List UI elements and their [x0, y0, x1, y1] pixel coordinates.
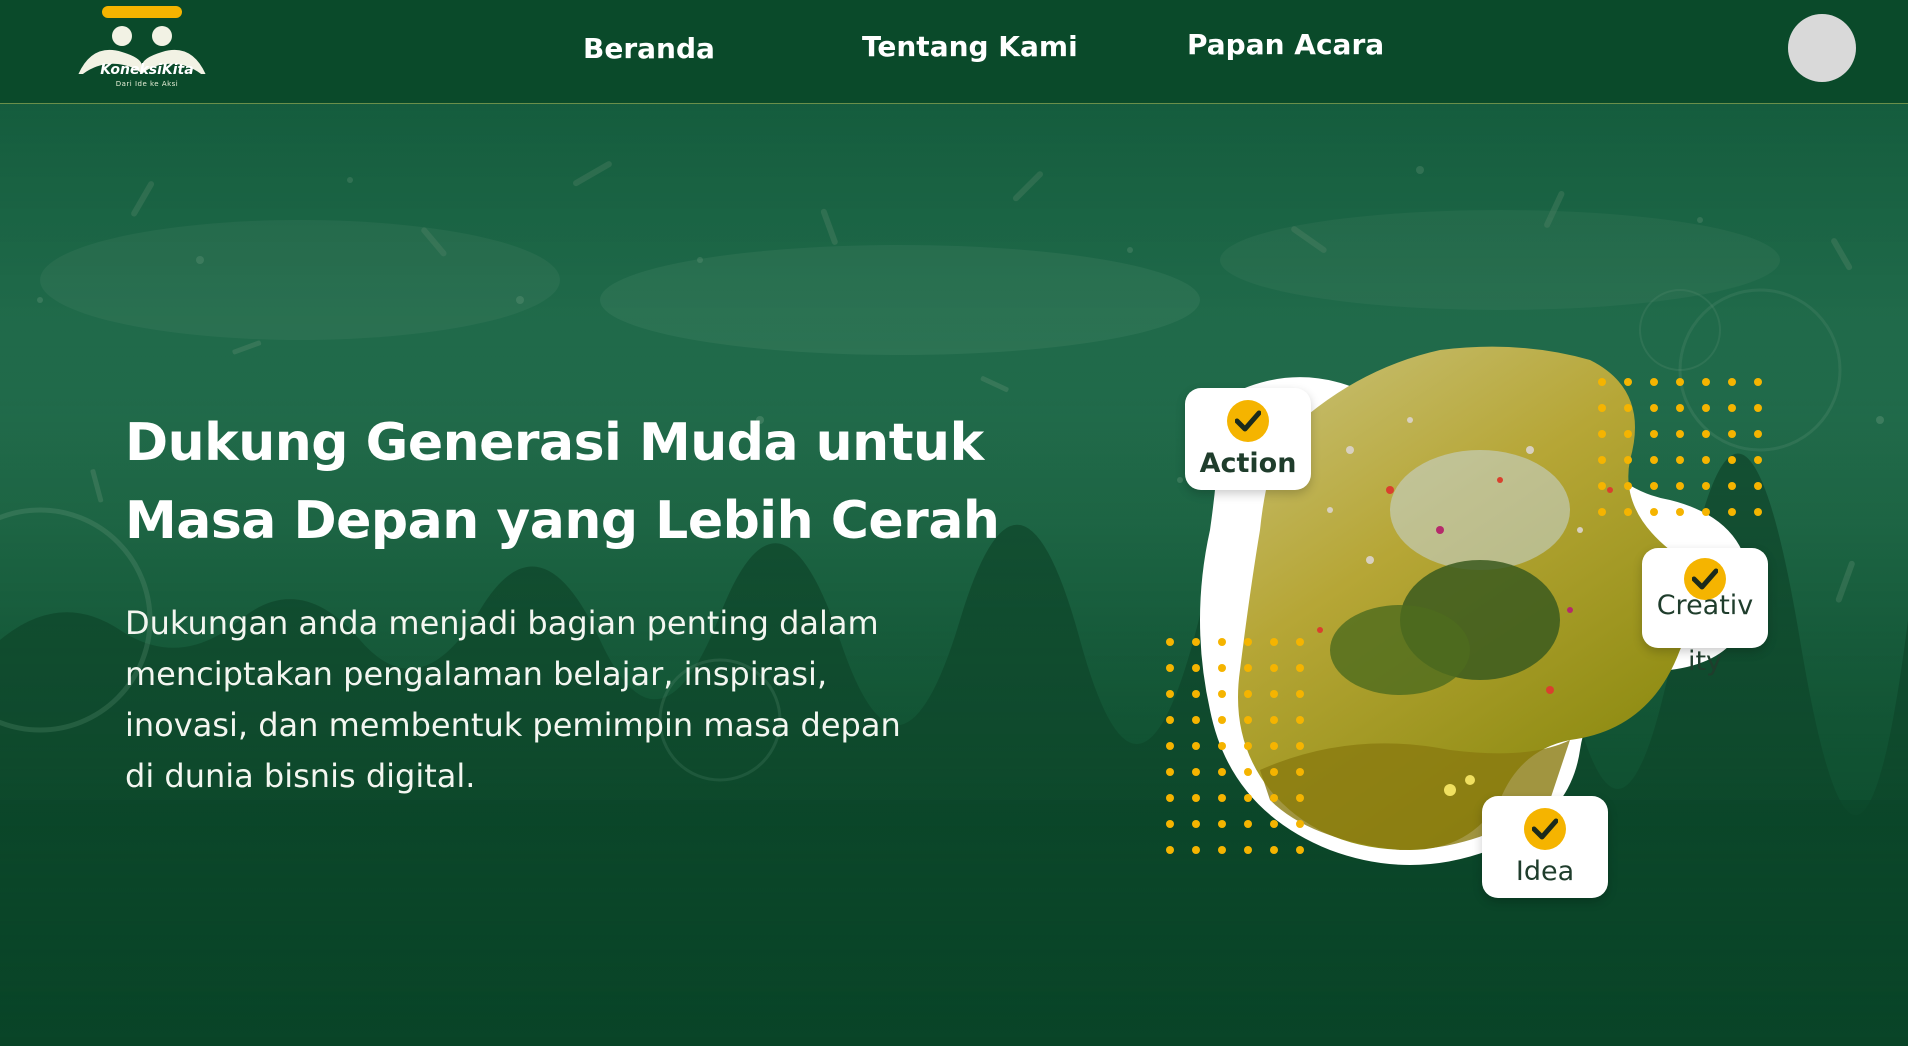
- hero-description: Dukungan anda menjadi bagian penting dal…: [125, 598, 985, 802]
- badge-creativity-label: Creativ ity: [1642, 578, 1768, 690]
- badge-action: Action: [1185, 388, 1311, 490]
- check-icon: [1524, 808, 1566, 850]
- hero-description-line-2: menciptakan pengalaman belajar, inspiras…: [125, 655, 828, 693]
- badge-creativity: Creativ ity: [1642, 548, 1768, 677]
- badge-creativity-label-line-2: ity: [1687, 646, 1723, 677]
- hero-title-line-1: Dukung Generasi Muda untuk: [125, 413, 984, 473]
- nav-item-beranda[interactable]: Beranda: [583, 32, 715, 65]
- logo-tagline: Dari Ide ke Aksi: [115, 80, 179, 88]
- hero-title-line-2: Masa Depan yang Lebih Cerah: [125, 491, 1000, 551]
- logo-wordmark: KoneksiKita: [100, 62, 194, 78]
- hero-description-line-4: di dunia bisnis digital.: [125, 757, 476, 795]
- top-navbar: KoneksiKita Dari Ide ke Aksi Beranda Ten…: [0, 0, 1908, 104]
- landing-page: KoneksiKita Dari Ide ke Aksi Beranda Ten…: [0, 0, 1908, 1046]
- badge-idea-label: Idea: [1515, 856, 1575, 887]
- nav-item-tentang-kami[interactable]: Tentang Kami: [862, 30, 1078, 63]
- avatar[interactable]: [1788, 14, 1856, 82]
- badge-creativity-label-line-1: Creativ: [1656, 590, 1754, 621]
- brand-logo[interactable]: KoneksiKita Dari Ide ke Aksi: [70, 4, 212, 92]
- check-icon: [1227, 400, 1269, 442]
- hero-title: Dukung Generasi Muda untuk Masa Depan ya…: [125, 404, 1045, 560]
- hero-description-line-1: Dukungan anda menjadi bagian penting dal…: [125, 604, 879, 642]
- badge-idea: Idea: [1482, 796, 1608, 898]
- badge-action-label: Action: [1199, 448, 1297, 479]
- hero-description-line-3: inovasi, dan membentuk pemimpin masa dep…: [125, 706, 901, 744]
- nav-item-papan-acara[interactable]: Papan Acara: [1187, 28, 1384, 61]
